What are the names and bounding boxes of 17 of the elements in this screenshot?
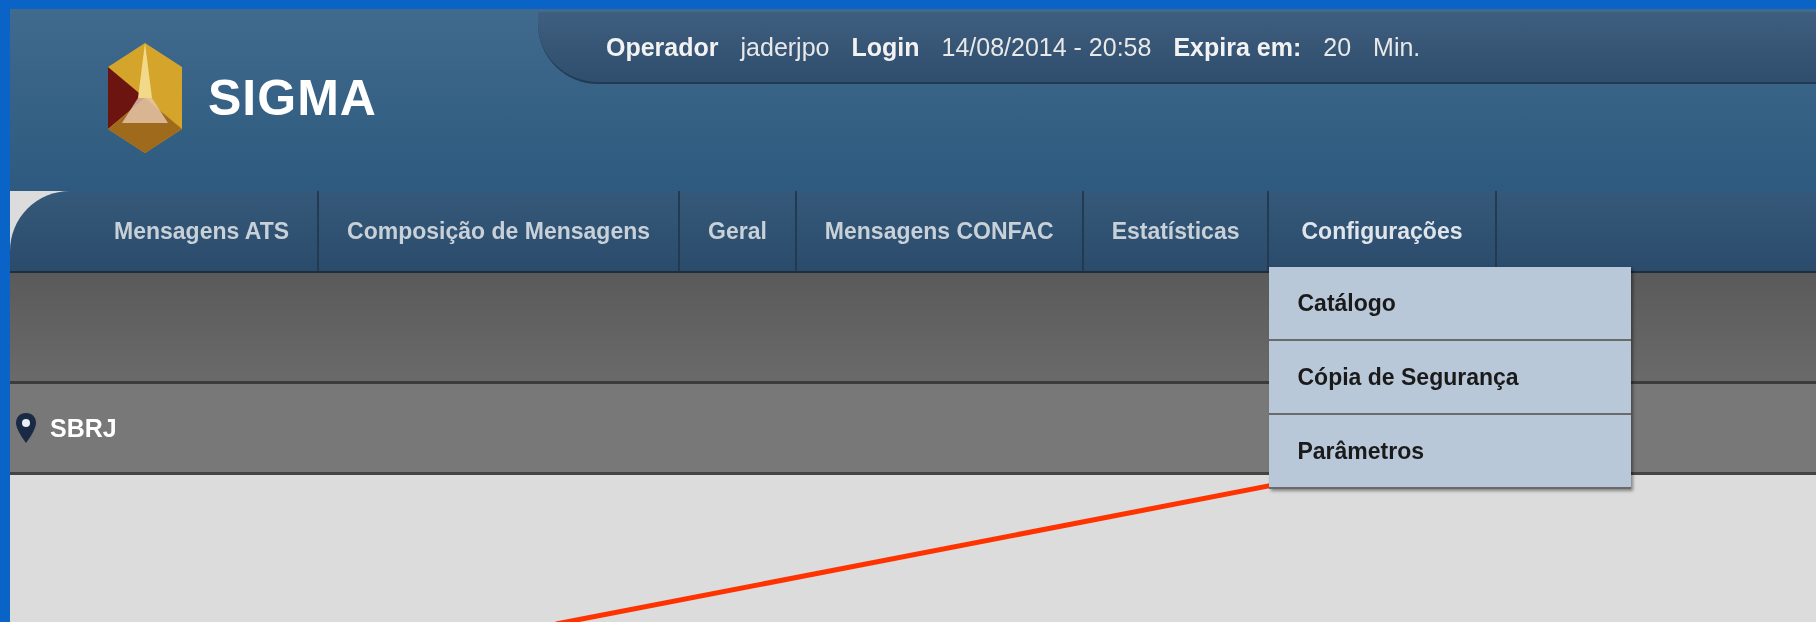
logo-icon xyxy=(108,43,182,153)
nav-menu-item[interactable]: Mensagens CONFAC xyxy=(796,191,1082,271)
nav-menu-item[interactable]: Mensagens ATS xyxy=(86,191,318,271)
location-pin-icon xyxy=(16,413,36,443)
session-value: jaderjpo xyxy=(740,32,830,62)
session-label: Operador xyxy=(606,32,719,62)
session-value: Min. xyxy=(1373,32,1421,62)
nav-menu-item[interactable]: Composição de Mensagens xyxy=(319,191,679,271)
nav-menu-item[interactable]: Estatísticas xyxy=(1083,191,1268,271)
session-label: Login xyxy=(851,32,920,62)
logo-text: SIGMA xyxy=(208,69,377,127)
session-label: Expira em: xyxy=(1173,32,1302,62)
nav-menu-item[interactable]: Configurações xyxy=(1269,191,1495,271)
nav-menu-item[interactable]: Geral xyxy=(680,191,795,271)
session-value: 20 xyxy=(1323,32,1352,62)
location-name: SBRJ xyxy=(50,413,117,443)
session-value: 14/08/2014 - 20:58 xyxy=(941,32,1152,62)
